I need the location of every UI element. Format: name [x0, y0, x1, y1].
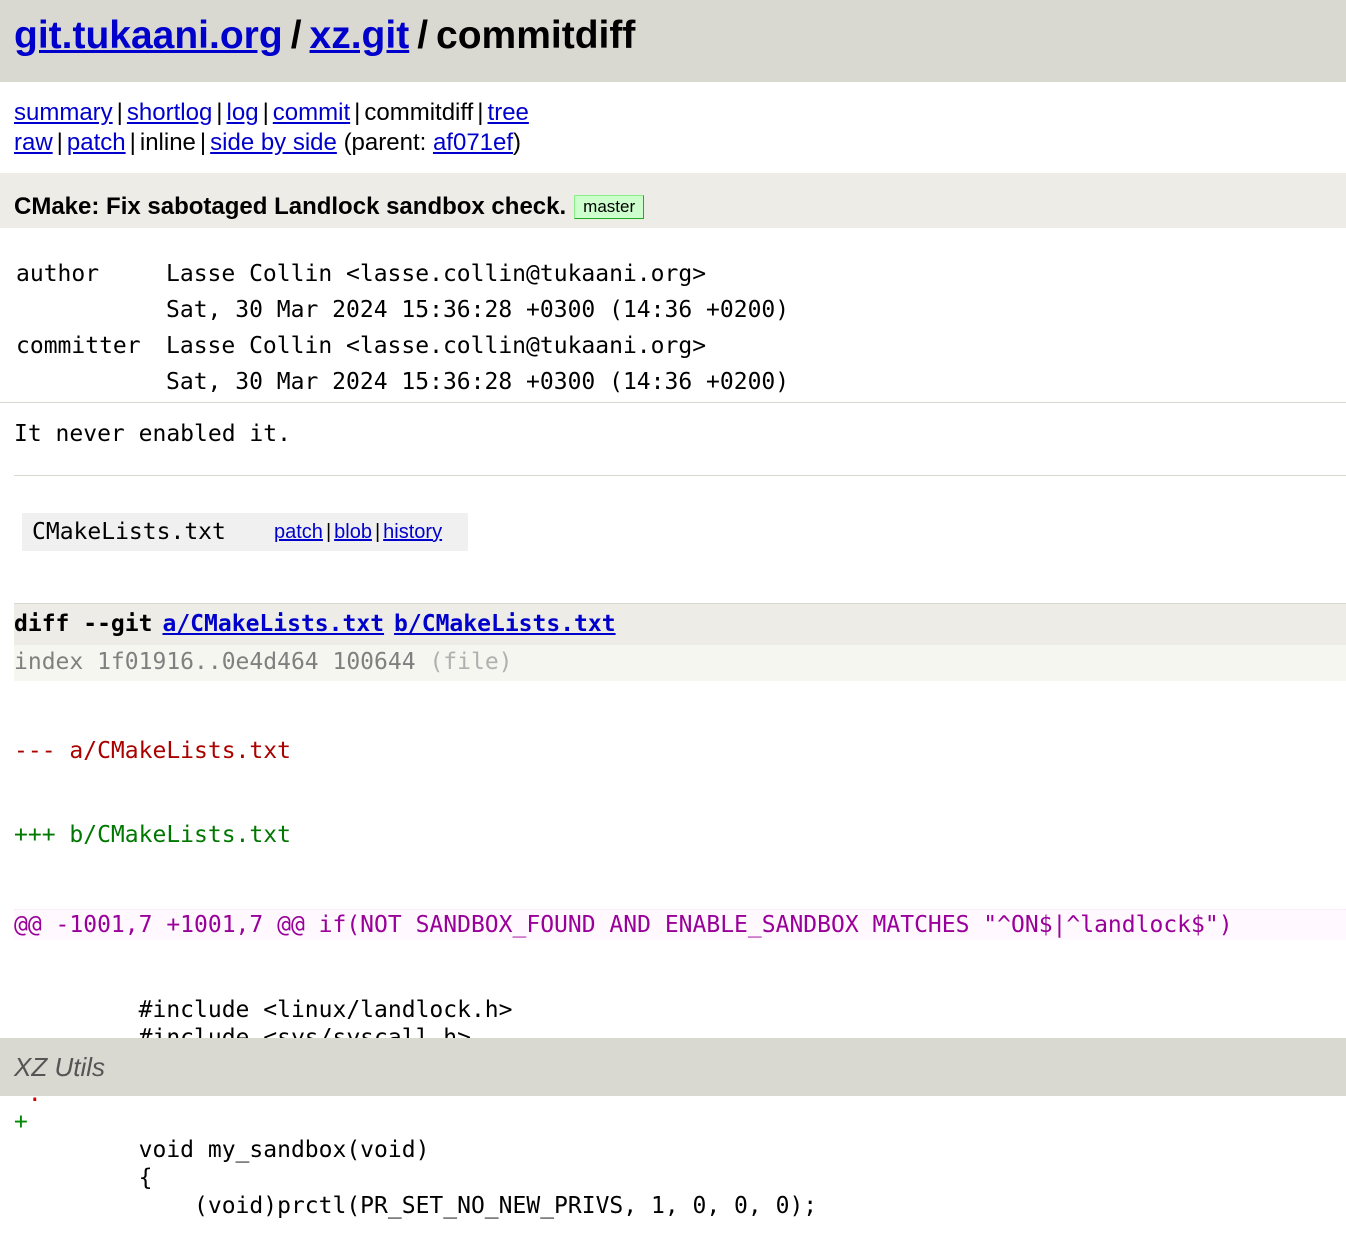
- nav-log-link[interactable]: log: [227, 99, 259, 126]
- diff-header: diff --git a/CMakeLists.txt b/CMakeLists.t…: [14, 603, 1346, 645]
- nav-shortlog-link[interactable]: shortlog: [127, 99, 212, 126]
- context-line: void my_sandbox(void): [14, 1137, 430, 1163]
- committer-label: committer: [16, 333, 141, 359]
- parent-suffix: ): [513, 129, 522, 156]
- file-patch-link[interactable]: patch: [274, 521, 323, 543]
- committer-value: Lasse Collin <lasse.collin@tukaani.org>: [166, 333, 707, 359]
- diff-index-line: index 1f01916..0e4d464 100644 (file): [14, 645, 1346, 681]
- commit-message: It never enabled it.: [14, 421, 291, 447]
- divider: [14, 475, 1346, 476]
- branch-badge[interactable]: master: [574, 194, 645, 219]
- parent-hash-link[interactable]: af071ef: [433, 129, 513, 156]
- page-title: commitdiff: [436, 14, 636, 57]
- commit-meta: author Lasse Collin <lasse.collin@tukaani…: [0, 228, 1346, 398]
- page-header: git.tukaani.org / xz.git / commitdiff: [0, 0, 1346, 82]
- nav-summary-link[interactable]: summary: [14, 99, 113, 126]
- nav-separator: |: [129, 129, 136, 156]
- author-date: Sat, 30 Mar 2024 15:36:28 +0300 (14:36 +…: [166, 297, 790, 323]
- nav-commit-link[interactable]: commit: [273, 99, 350, 126]
- commit-title-bar[interactable]: CMake: Fix sabotaged Landlock sandbox ch…: [0, 173, 1346, 228]
- parent-prefix: (parent:: [343, 129, 433, 156]
- page-footer: XZ Utils: [0, 1038, 1346, 1096]
- committer-date: Sat, 30 Mar 2024 15:36:28 +0300 (14:36 +…: [166, 369, 790, 395]
- index-hashes: index 1f01916..0e4d464 100644: [14, 649, 416, 675]
- nav-commitdiff-current: commitdiff: [364, 99, 474, 126]
- footer-text: XZ Utils: [14, 1052, 105, 1082]
- nav-row-primary: summary | shortlog | log | commit | commitdiff | t…: [14, 98, 1332, 128]
- changed-file-row: CMakeLists.txt patch | blob | history: [22, 513, 468, 551]
- page-nav: summary | shortlog | log | commit | commitdiff | t…: [0, 82, 1346, 158]
- diff-to-line: +++ b/CMakeLists.txt: [14, 822, 291, 848]
- diff-lines: #include <linux/landlock.h> #include <sy…: [14, 996, 1346, 1220]
- diff-body: --- a/CMakeLists.txt +++ b/CMakeLists.tx…: [14, 681, 1346, 1248]
- changed-file-name: CMakeLists.txt: [32, 519, 226, 545]
- author-date-row: Sat, 30 Mar 2024 15:36:28 +0300 (14:36 +…: [16, 292, 1346, 328]
- file-history-link[interactable]: history: [383, 521, 442, 543]
- diff-prefix: diff --git: [14, 611, 153, 637]
- patch-link[interactable]: patch: [67, 129, 126, 156]
- context-line: #include <linux/landlock.h>: [14, 997, 513, 1023]
- repo-link[interactable]: xz.git: [310, 14, 410, 57]
- added-line: +: [14, 1109, 28, 1135]
- nav-separator: |: [116, 99, 123, 126]
- nav-separator: |: [477, 99, 484, 126]
- diff-a-path-link[interactable]: a/CMakeLists.txt: [162, 611, 384, 637]
- site-link[interactable]: git.tukaani.org: [14, 14, 283, 57]
- path-separator: /: [290, 14, 302, 57]
- side-by-side-link[interactable]: side by side: [210, 129, 337, 156]
- nav-separator: |: [354, 99, 361, 126]
- commit-title[interactable]: CMake: Fix sabotaged Landlock sandbox ch…: [14, 193, 566, 221]
- author-value: Lasse Collin <lasse.collin@tukaani.org>: [166, 261, 707, 287]
- nav-row-formats: raw | patch | inline | side by side (parent: a…: [14, 128, 1332, 158]
- context-line: (void)prctl(PR_SET_NO_NEW_PRIVS, 1, 0, 0…: [14, 1193, 818, 1219]
- raw-link[interactable]: raw: [14, 129, 53, 156]
- nav-tree-link[interactable]: tree: [488, 99, 529, 126]
- index-file-type: (file): [429, 649, 513, 675]
- inline-current: inline: [139, 129, 196, 156]
- committer-row: committer Lasse Collin <lasse.collin@tuka…: [16, 328, 1346, 364]
- diff-b-path-link[interactable]: b/CMakeLists.txt: [394, 611, 616, 637]
- nav-separator: |: [216, 99, 223, 126]
- nav-separator: |: [262, 99, 269, 126]
- nav-separator: |: [56, 129, 63, 156]
- file-blob-link[interactable]: blob: [334, 521, 372, 543]
- link-separator: |: [325, 520, 332, 543]
- path-separator: /: [417, 14, 429, 57]
- committer-date-row: Sat, 30 Mar 2024 15:36:28 +0300 (14:36 +…: [16, 364, 1346, 400]
- nav-separator: |: [199, 129, 207, 156]
- author-label: author: [16, 261, 100, 287]
- diff-from-line: --- a/CMakeLists.txt: [14, 738, 291, 764]
- author-row: author Lasse Collin <lasse.collin@tukaani…: [16, 256, 1346, 292]
- chunk-header: @@ -1001,7 +1001,7 @@ if(NOT SANDBOX_FOU…: [14, 909, 1346, 940]
- context-line: {: [14, 1165, 153, 1191]
- link-separator: |: [374, 520, 381, 543]
